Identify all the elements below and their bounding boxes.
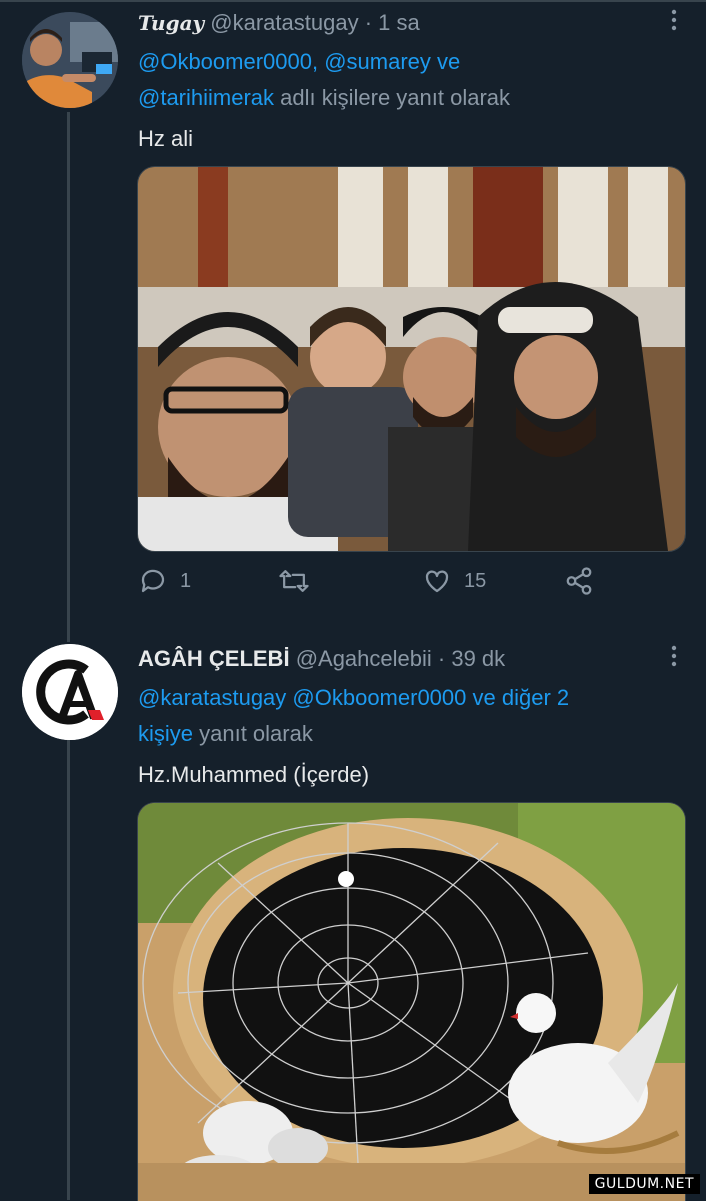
display-name[interactable]: AGÂH ÇELEBİ bbox=[138, 646, 290, 671]
share-button[interactable] bbox=[564, 566, 606, 596]
share-icon bbox=[566, 567, 592, 595]
more-dots-icon[interactable] bbox=[670, 8, 678, 38]
timestamp[interactable]: · 39 dk bbox=[438, 646, 505, 671]
like-count: 15 bbox=[464, 569, 487, 592]
reply-suffix: yanıt olarak bbox=[193, 721, 313, 746]
like-button[interactable]: 15 bbox=[422, 566, 486, 596]
mention-link[interactable]: kişiye bbox=[138, 721, 193, 746]
timestamp[interactable]: · 1 sa bbox=[365, 10, 420, 35]
tweet-text: Hz.Muhammed (İçerde) bbox=[138, 762, 370, 787]
more-dots-icon[interactable] bbox=[670, 644, 678, 674]
avatar[interactable] bbox=[22, 12, 118, 108]
photo-image bbox=[138, 803, 685, 1201]
watermark: GULDUM.NET bbox=[588, 1174, 700, 1194]
reply-suffix: adlı kişilere yanıt olarak bbox=[274, 85, 511, 110]
thread-line bbox=[67, 112, 70, 642]
photo-image bbox=[138, 167, 685, 551]
reply-count: 1 bbox=[180, 569, 192, 592]
mention-link[interactable]: @tarihiimerak bbox=[138, 85, 274, 110]
reply-icon bbox=[141, 569, 165, 593]
tweet-text: Hz ali bbox=[138, 126, 194, 151]
heart-icon bbox=[425, 570, 449, 593]
thread-line bbox=[67, 740, 70, 1200]
mention-link[interactable]: @karatastugay @Okboomer0000 ve diğer 2 bbox=[138, 685, 569, 710]
reply-button[interactable]: 1 bbox=[138, 566, 191, 596]
handle[interactable]: @Agahcelebii bbox=[296, 646, 432, 671]
tweet-header: Tugay @karatastugay · 1 sa bbox=[138, 10, 420, 36]
mention-link[interactable]: @Okboomer0000, @sumarey ve bbox=[138, 49, 460, 74]
avatar[interactable] bbox=[22, 644, 118, 740]
reply-context: @karatastugay @Okboomer0000 ve diğer 2 k… bbox=[138, 680, 678, 752]
tweet-actions: 1 15 bbox=[138, 566, 638, 606]
retweet-button[interactable] bbox=[278, 566, 322, 596]
handle[interactable]: @karatastugay bbox=[210, 10, 358, 35]
tweet-photo[interactable] bbox=[137, 166, 686, 552]
display-name[interactable]: Tugay bbox=[138, 11, 204, 35]
avatar-photo bbox=[22, 12, 118, 108]
reply-context: @Okboomer0000, @sumarey ve @tarihiimerak… bbox=[138, 44, 678, 116]
top-divider bbox=[0, 0, 706, 2]
tweet-header: AGÂH ÇELEBİ @Agahcelebii · 39 dk bbox=[138, 646, 505, 672]
tweet-photo[interactable] bbox=[137, 802, 686, 1201]
logo-icon bbox=[22, 644, 118, 740]
retweet-icon bbox=[279, 570, 309, 592]
